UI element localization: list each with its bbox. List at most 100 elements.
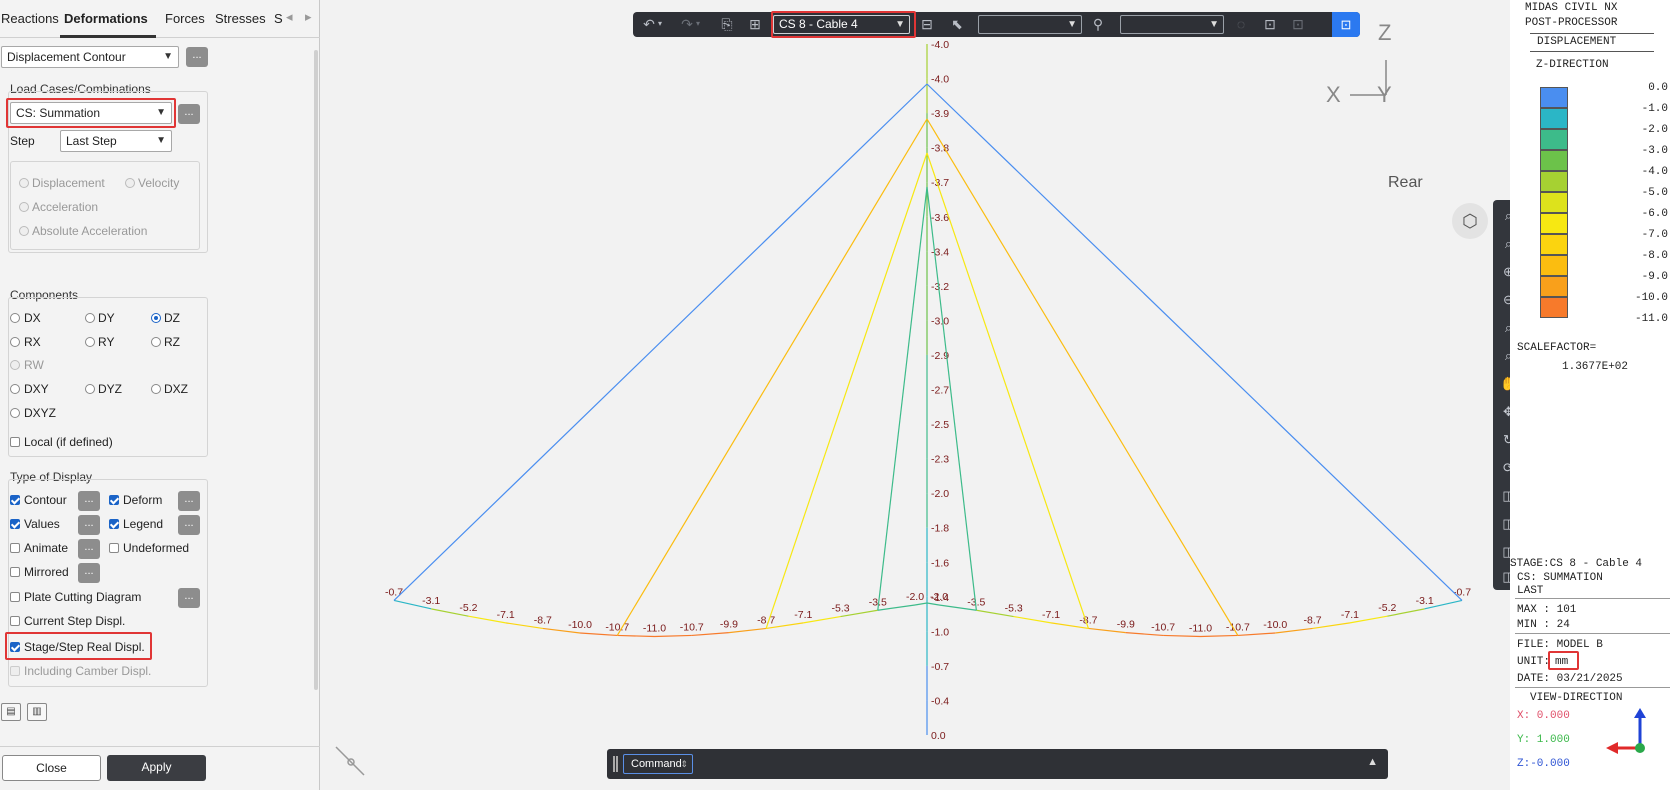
load-case-select[interactable]: CS: Summation ▼	[10, 102, 172, 124]
export-table-icon[interactable]: ▤	[1, 703, 21, 721]
tower-value-label: -4.0	[931, 74, 949, 86]
dxy-radio[interactable]	[10, 384, 20, 394]
filter-select-2[interactable]: ▼	[1120, 15, 1224, 34]
tab-forces[interactable]: Forces	[165, 11, 205, 26]
rx-radio[interactable]	[10, 337, 20, 347]
dxz-radio[interactable]	[151, 384, 161, 394]
dz-radio[interactable]	[151, 313, 161, 323]
group-icon[interactable]: ⊟	[917, 15, 937, 33]
view-cube-icon[interactable]: ⬡	[1452, 203, 1488, 239]
app-title: MIDAS CIVIL NX	[1525, 2, 1618, 14]
command-input[interactable]: Command ⇕	[623, 754, 693, 774]
legend-swatch	[1540, 255, 1568, 276]
close-button[interactable]: Close	[2, 755, 101, 781]
plate-cutting-checkbox[interactable]	[10, 592, 20, 602]
stage-step-real-checkbox[interactable]	[10, 642, 20, 652]
current-step-checkbox[interactable]	[10, 616, 20, 626]
rx-label: RX	[24, 335, 41, 349]
deck-value-label: -8.7	[757, 614, 775, 626]
redo-dropdown-icon: ▾	[695, 19, 700, 28]
deform-checkbox[interactable]	[109, 495, 119, 505]
tab-deformations[interactable]: Deformations	[64, 11, 148, 26]
select-tool-icon[interactable]: ⬉	[947, 15, 967, 33]
filter-select-1[interactable]: ▼	[978, 15, 1082, 34]
legend-panel: MIDAS CIVIL NX POST-PROCESSOR DISPLACEME…	[1510, 0, 1674, 790]
divider	[1515, 687, 1670, 688]
legend-checkbox[interactable]	[109, 519, 119, 529]
result-type-options-button[interactable]: ...	[186, 47, 208, 67]
measure-icon[interactable]	[334, 745, 366, 777]
cable-right	[926, 118, 1239, 636]
cs-info: CS: SUMMATION	[1517, 572, 1603, 584]
scalefactor-value: 1.3677E+02	[1562, 361, 1629, 373]
tab-overflow[interactable]: S	[274, 11, 283, 26]
mirrored-checkbox[interactable]	[10, 567, 20, 577]
tower-value-label: -1.0	[931, 626, 949, 638]
legend-swatch	[1540, 276, 1568, 297]
deformation-plot: -4.0-4.0-3.9-3.8-3.7-3.6-3.4-3.2-3.0-2.9…	[385, 39, 1471, 742]
apply-button[interactable]: Apply	[107, 755, 206, 781]
legend-swatch	[1540, 192, 1568, 213]
filter-icon[interactable]: ⚲	[1088, 15, 1108, 33]
model-viewport[interactable]: -4.0 -4.0 -3.9 -3.8 -3.7 -3.6 -3.4 -3.2 -3.0 -2.9…	[320, 0, 1524, 790]
dy-radio[interactable]	[85, 313, 95, 323]
legend-swatch	[1540, 213, 1568, 234]
legend-options-button[interactable]: ...	[178, 515, 200, 535]
absolute-acceleration-radio	[19, 226, 29, 236]
step-select[interactable]: Last Step ▼	[60, 130, 172, 152]
load-case-options-button[interactable]: ...	[178, 104, 200, 124]
current-step-label: Current Step Displ.	[24, 614, 126, 628]
contour-checkbox[interactable]	[10, 495, 20, 505]
animate-checkbox[interactable]	[10, 543, 20, 553]
local-checkbox[interactable]	[10, 437, 20, 447]
view-toolbar: ↶ ▾ ↷ ▾ ⎘ ⊞ CS 8 - Cable 4 ▼ ⊟ ⬉ ▼ ⚲ ▼ ◌…	[633, 12, 1360, 37]
undeformed-checkbox[interactable]	[109, 543, 119, 553]
tab-scroll-left-icon[interactable]: ◂	[286, 9, 293, 25]
panel-scrollbar[interactable]	[314, 50, 318, 690]
deck-value-label: -11.0	[643, 623, 666, 635]
rz-radio[interactable]	[151, 337, 161, 347]
deform-options-button[interactable]: ...	[178, 491, 200, 511]
page-icon[interactable]: ⎘	[717, 15, 737, 33]
deck-value-label: -8.7	[1304, 614, 1322, 626]
tab-stresses[interactable]: Stresses	[215, 11, 266, 26]
values-checkbox[interactable]	[10, 519, 20, 529]
date-info: DATE: 03/21/2025	[1517, 673, 1623, 685]
grip-icon[interactable]	[613, 756, 618, 772]
stage-select[interactable]: CS 8 - Cable 4 ▼	[773, 15, 910, 34]
stage-info: STAGE:CS 8 - Cable 4	[1510, 558, 1643, 570]
stage-icon[interactable]: ⊞	[745, 15, 765, 33]
animate-options-button[interactable]: ...	[78, 539, 100, 559]
axis-x-label: X	[1326, 82, 1341, 107]
unlock-icon[interactable]: ⊡	[1260, 15, 1280, 33]
contour-options-button[interactable]: ...	[78, 491, 100, 511]
tab-reactions[interactable]: Reactions	[1, 11, 59, 26]
save-table-icon[interactable]: ▥	[27, 703, 47, 721]
dxyz-label: DXYZ	[24, 406, 57, 420]
dx-radio[interactable]	[10, 313, 20, 323]
tower-value-label: -3.9	[931, 108, 949, 120]
panel-divider	[0, 746, 320, 747]
expand-up-icon[interactable]: ▲	[1367, 756, 1378, 768]
step-value: Last Step	[66, 134, 117, 148]
dyz-radio[interactable]	[85, 384, 95, 394]
dxyz-radio[interactable]	[10, 408, 20, 418]
undo-dropdown-icon[interactable]: ▾	[655, 15, 665, 33]
tab-scroll-right-icon[interactable]: ▸	[305, 9, 312, 25]
deck-value-label: -7.1	[1042, 609, 1060, 621]
legend-swatch	[1540, 234, 1568, 255]
legend-tick-label: -6.0	[1641, 208, 1668, 220]
view-x-value: X: 0.000	[1517, 710, 1570, 722]
result-type-select[interactable]: Displacement Contour ▼	[1, 46, 179, 68]
cable-left	[616, 118, 928, 636]
mirrored-options-button[interactable]: ...	[78, 563, 100, 583]
stage-select-value: CS 8 - Cable 4	[779, 17, 858, 31]
min-info: MIN : 24	[1517, 619, 1570, 631]
plate-cutting-options-button[interactable]: ...	[178, 588, 200, 608]
deck-segment	[654, 634, 692, 638]
deck-value-label: -5.2	[1378, 602, 1396, 614]
results-panel: Reactions Deformations Forces Stresses S…	[0, 0, 320, 790]
view-axis-icon	[1606, 708, 1646, 754]
values-options-button[interactable]: ...	[78, 515, 100, 535]
ry-radio[interactable]	[85, 337, 95, 347]
